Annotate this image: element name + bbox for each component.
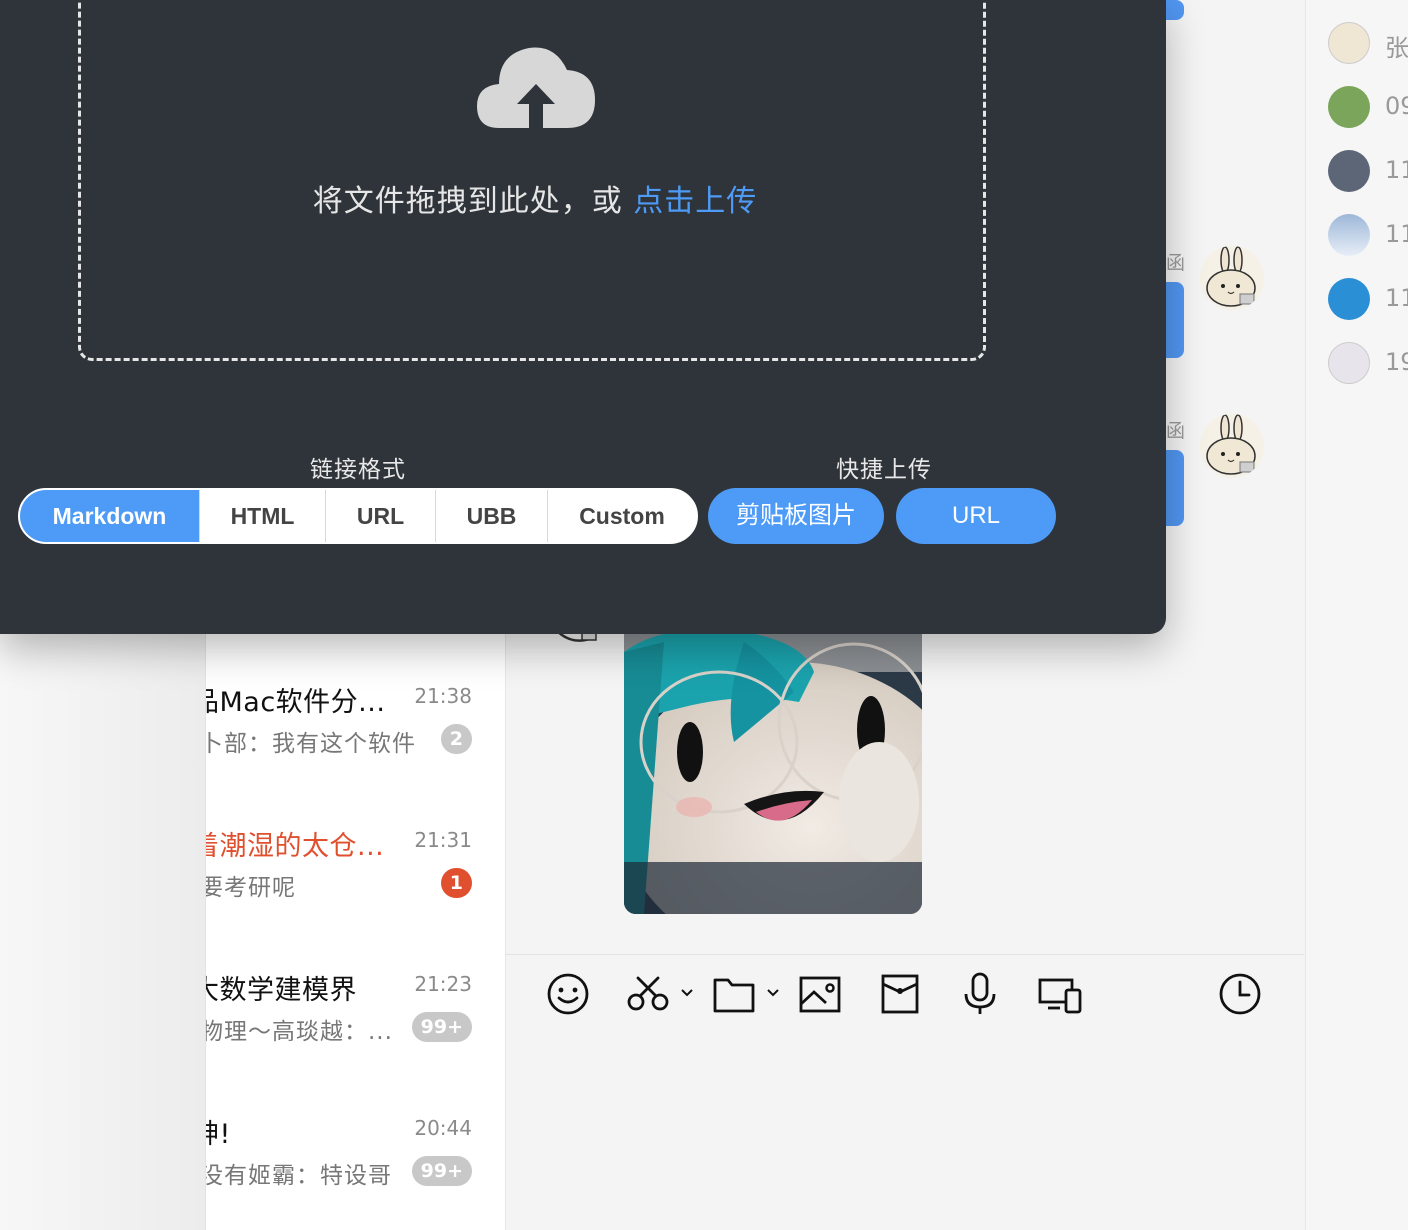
quick-upload-label: 快捷上传 [836,457,932,483]
avatar [1328,278,1370,320]
conversation-item[interactable]: 着潮湿的太仓... 21:31 要考研呢 1 [206,824,505,968]
format-custom-button[interactable]: Custom [548,490,696,542]
avatar[interactable] [1200,246,1264,310]
member-item[interactable]: 张 [1328,22,1408,64]
member-item[interactable]: 11 [1328,150,1408,192]
clipboard-image-upload-button[interactable]: 剪贴板图片 [708,488,884,544]
emoji-icon[interactable] [544,970,592,1018]
image-uploader-panel: 将文件拖拽到此处，或 点击上传 链接格式 快捷上传 Markdown HTML … [0,0,1166,634]
folder-icon[interactable] [710,970,786,1018]
format-url-button[interactable]: URL [326,490,436,542]
avatar [1328,86,1370,128]
unread-badge: 99+ [411,1012,472,1042]
member-item[interactable]: 11 [1328,214,1408,256]
photo-message[interactable] [624,612,922,914]
click-upload-link[interactable]: 点击上传 [633,184,757,219]
conversation-time: 21:23 [414,972,472,996]
unread-badge: 1 [440,868,472,898]
message-bubble[interactable] [1166,282,1184,358]
conversation-title: 大数学建模界 [206,975,357,1006]
message-bubble[interactable] [1166,450,1184,526]
member-name: 19 [1385,348,1408,376]
conversation-title: 着潮湿的太仓... [206,831,385,862]
avatar [1328,22,1370,64]
conversation-time: 21:31 [414,828,472,852]
sender-name: 函 [1166,420,1186,442]
unread-badge: 99+ [411,1156,472,1186]
plush-toy-image [624,612,922,914]
avatar [1328,150,1370,192]
member-name: 11 [1385,284,1408,312]
input-divider [506,954,1304,955]
format-html-button[interactable]: HTML [200,490,326,542]
member-name: 11 [1385,156,1408,184]
link-format-label: 链接格式 [310,457,406,483]
conversation-preview: 物理～高琰越：... [206,1019,393,1045]
history-clock-icon[interactable] [1216,970,1264,1018]
conversation-item[interactable]: 大数学建模界 21:23 物理～高琰越：... 99+ [206,968,505,1112]
rabbit-avatar-icon [1200,414,1264,478]
cloud-upload-icon [477,47,595,128]
scissors-icon[interactable] [624,970,700,1018]
member-list: 张 09 11 11 11 19 [1305,0,1408,1230]
link-format-selector: Markdown HTML URL UBB Custom [18,488,698,544]
drop-zone[interactable]: 将文件拖拽到此处，或 点击上传 [78,0,986,361]
image-icon[interactable] [796,970,844,1018]
microphone-icon[interactable] [956,970,1004,1018]
conversation-time: 21:38 [414,684,472,708]
avatar [1328,342,1370,384]
red-packet-icon[interactable] [876,970,924,1018]
avatar[interactable] [1200,414,1264,478]
format-ubb-button[interactable]: UBB [436,490,548,542]
message-bubble[interactable] [1166,0,1184,20]
url-upload-button[interactable]: URL [896,488,1056,544]
drop-hint: 将文件拖拽到此处，或 点击上传 [81,176,989,220]
avatar [1328,214,1370,256]
conversation-title: 神! [206,1119,231,1150]
conversation-preview: 要考研呢 [206,875,296,901]
unread-badge: 2 [440,724,472,754]
member-item[interactable]: 09 [1328,86,1408,128]
sender-name: 函 [1166,252,1186,274]
drop-hint-text: 将文件拖拽到此处，或 [312,184,623,219]
format-markdown-button[interactable]: Markdown [20,490,200,542]
member-item[interactable]: 19 [1328,342,1408,384]
conversation-preview: 没有姬霸：特设哥 [206,1163,392,1189]
conversation-item[interactable]: 品Mac软件分... 21:38 卜部：我有这个软件 2 [206,680,505,824]
conversation-title: 品Mac软件分... [206,687,386,718]
member-name: 09 [1385,92,1408,120]
member-name: 张 [1385,34,1408,62]
rabbit-avatar-icon [1200,246,1264,310]
conversation-item[interactable]: 神! 20:44 没有姬霸：特设哥 99+ [206,1112,505,1230]
conversation-time: 20:44 [414,1116,472,1140]
member-name: 11 [1385,220,1408,248]
member-item[interactable]: 11 [1328,278,1408,320]
conversation-preview: 卜部：我有这个软件 [206,731,416,757]
screen-share-icon[interactable] [1036,970,1084,1018]
